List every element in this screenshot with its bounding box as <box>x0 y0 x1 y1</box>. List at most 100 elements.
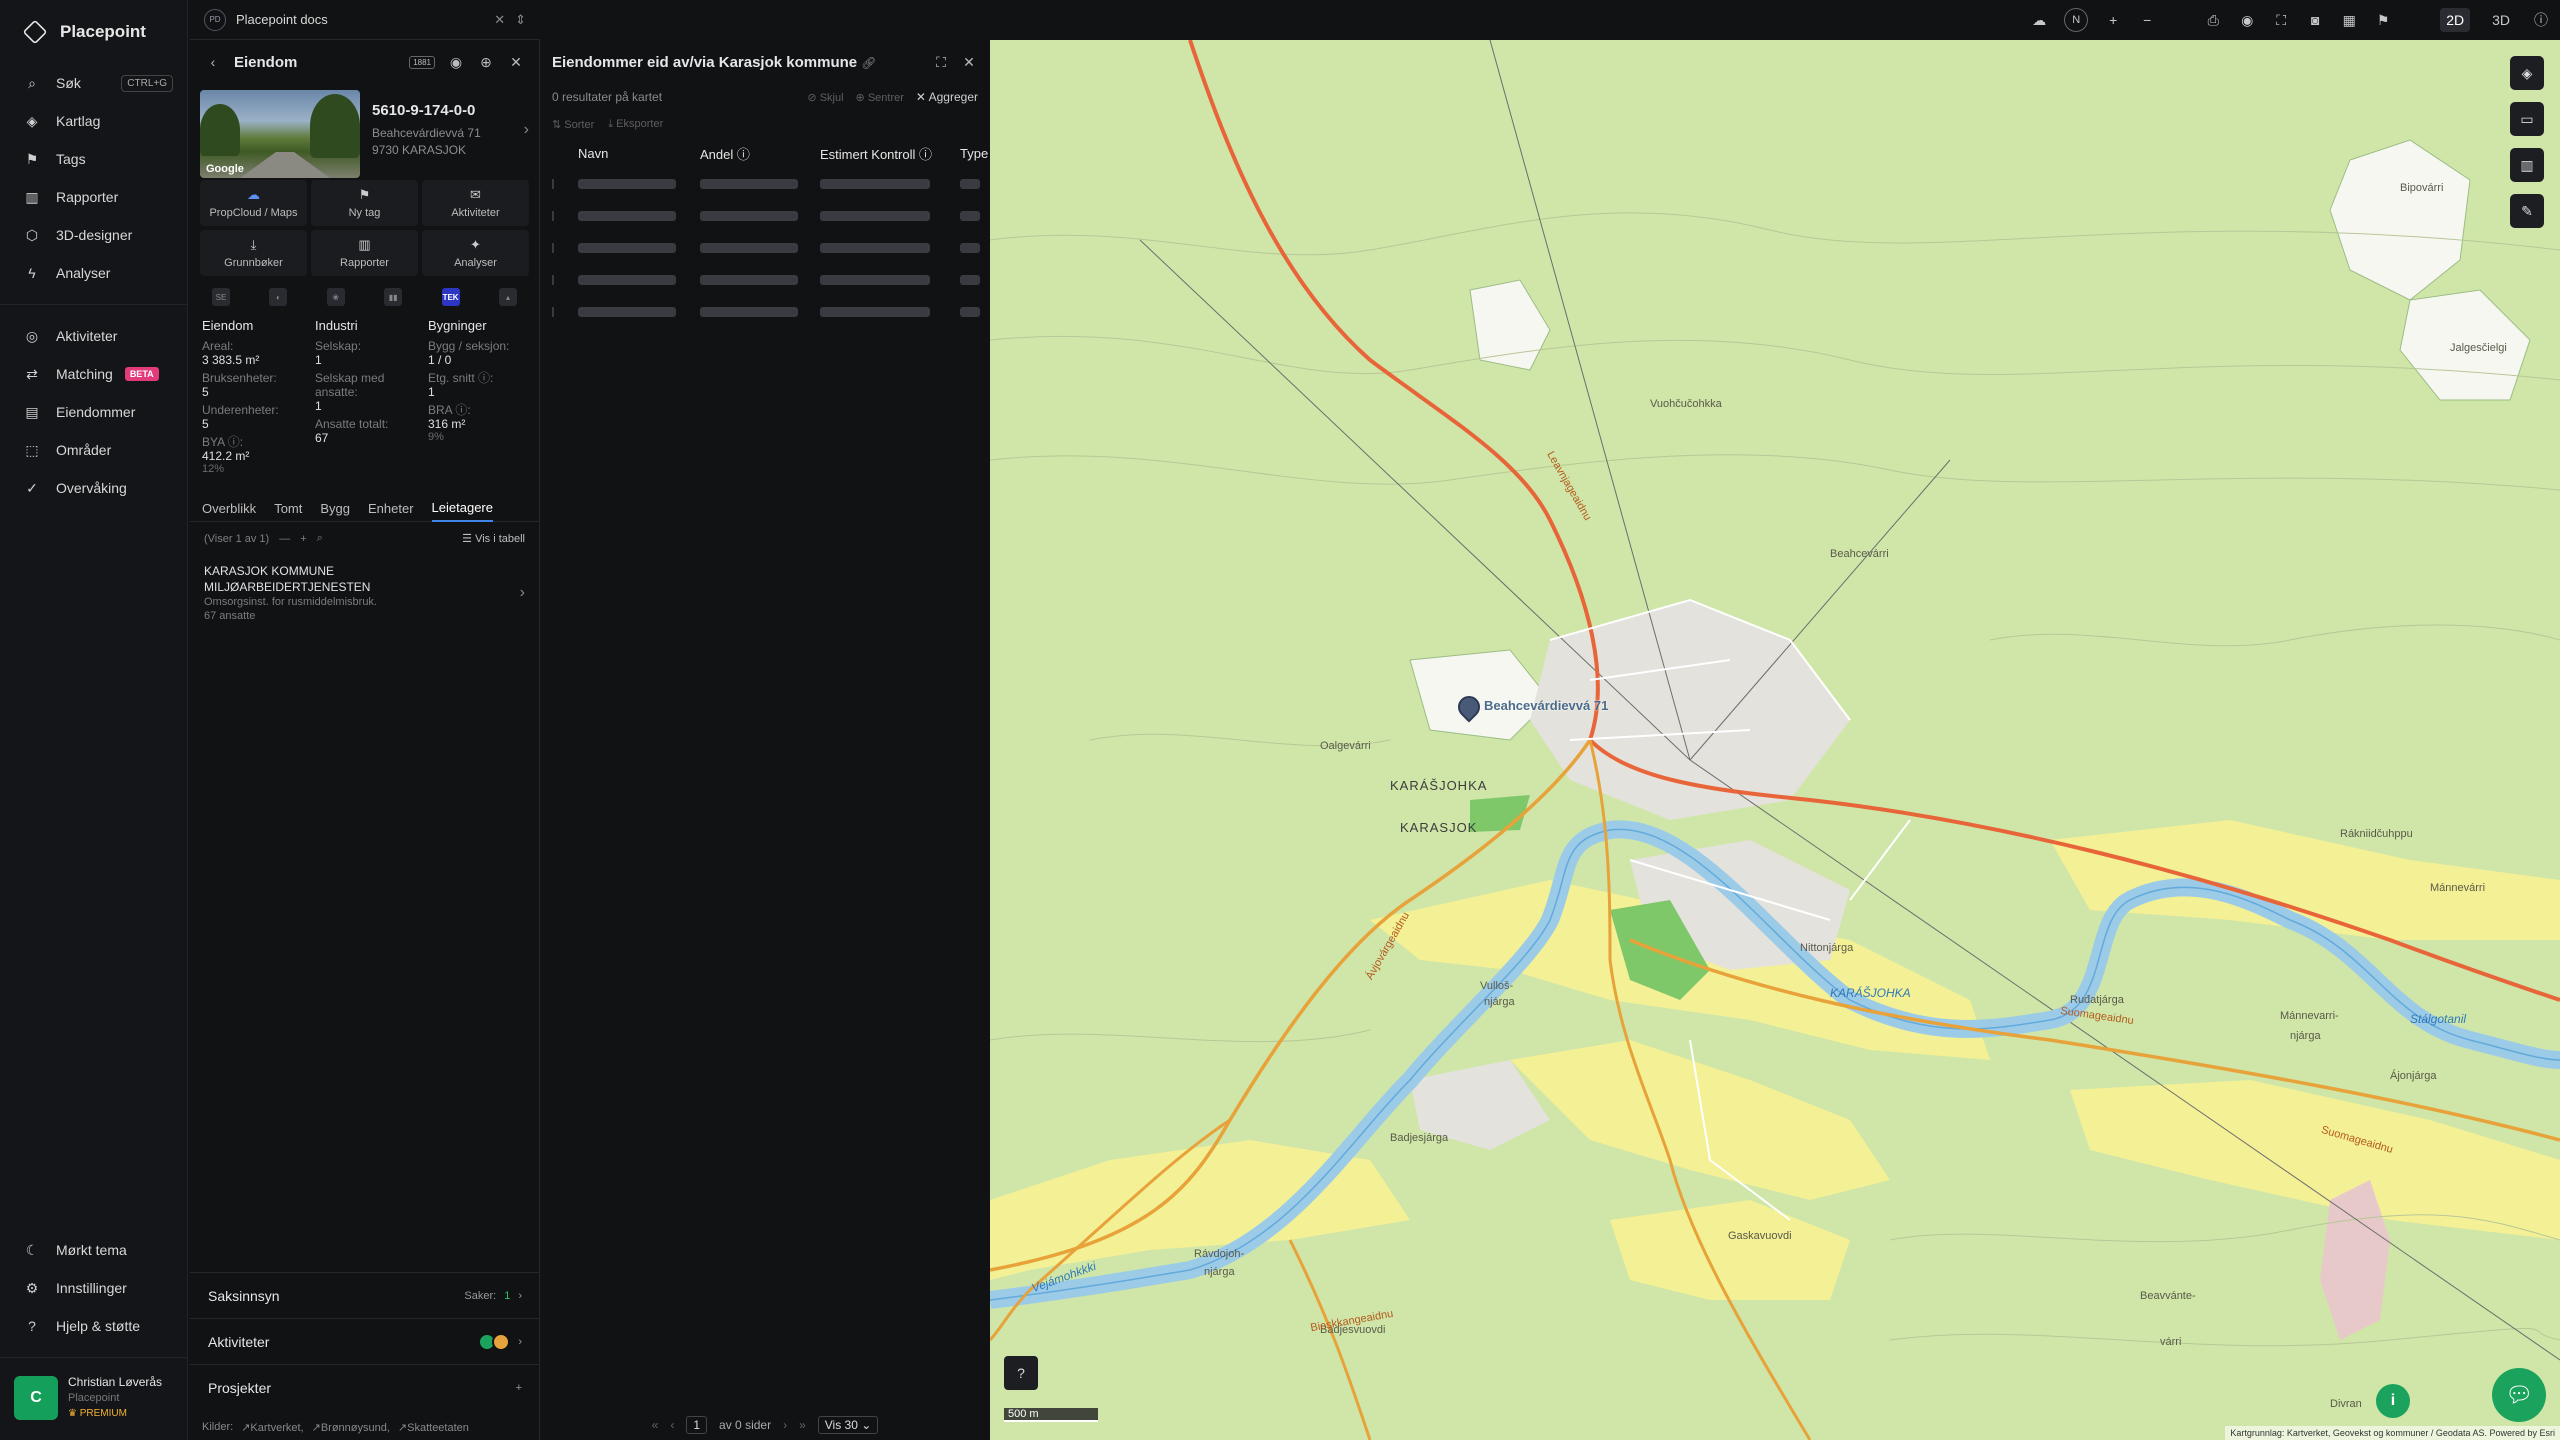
plus-icon[interactable]: + <box>300 533 306 545</box>
nav-item-3d-designer[interactable]: ⬡ 3D-designer <box>0 216 187 254</box>
fullscreen-icon[interactable]: ⛶ <box>2272 12 2290 29</box>
data-source-button[interactable]: ❀ <box>326 288 345 306</box>
skjul-button[interactable]: ⊘ Skjul <box>807 91 843 104</box>
source-link[interactable]: ↗Skatteetaten <box>398 1421 469 1434</box>
propcloud-icon[interactable]: ☁ <box>2030 12 2048 29</box>
eye-icon[interactable]: ◉ <box>447 54 465 71</box>
action-rapporter[interactable]: ▥ Rapporter <box>311 230 418 276</box>
action-analyser[interactable]: ✦ Analyser <box>422 230 529 276</box>
measure-tool-button[interactable]: ▭ <box>2510 102 2544 136</box>
chevron-right-icon[interactable]: › <box>518 1336 522 1348</box>
data-source-button[interactable]: ▮▮ <box>384 288 403 306</box>
camera-icon[interactable]: ◙ <box>2306 12 2324 28</box>
data-source-button[interactable]: SE <box>212 288 230 306</box>
nav-item-matching[interactable]: ⇄ Matching BETA <box>0 355 187 393</box>
street-view-thumbnail[interactable]: Google <box>200 90 360 178</box>
action-aktiviteter[interactable]: ✉ Aktiviteter <box>422 180 529 226</box>
expand-icon[interactable]: ⛶ <box>932 54 950 71</box>
property-card[interactable]: Google 5610-9-174-0-0 Beahcevárdievvá 71… <box>190 84 539 178</box>
bookmark-icon[interactable]: ⚑ <box>2374 12 2392 29</box>
action-propcloud-maps[interactable]: ☁ PropCloud / Maps <box>200 180 307 226</box>
tab-tomt[interactable]: Tomt <box>274 494 302 522</box>
eye-icon[interactable]: ◉ <box>2238 12 2256 29</box>
close-icon[interactable]: ✕ <box>960 54 978 71</box>
nav-item-label: Innstillinger <box>56 1280 127 1296</box>
zoom-in-icon[interactable]: + <box>2104 12 2122 28</box>
brand[interactable]: Placepoint <box>0 0 187 64</box>
export-button[interactable]: ⤓ Eksporter <box>608 118 663 131</box>
data-source-button[interactable]: ◐ <box>269 288 288 306</box>
link-icon[interactable]: 🔗︎ <box>861 56 876 70</box>
nav-item-rapporter[interactable]: ▥ Rapporter <box>0 178 187 216</box>
docs-title[interactable]: Placepoint docs <box>236 12 484 27</box>
chat-button[interactable]: 💬︎ <box>2492 1368 2546 1422</box>
source-link[interactable]: ↗Kartverket, <box>241 1421 303 1434</box>
action-grunnbøker[interactable]: ⤓ Grunnbøker <box>200 230 307 276</box>
prosjekter-row[interactable]: Prosjekter + <box>190 1364 540 1410</box>
table-view-button[interactable]: ☰ Vis i tabell <box>462 532 525 545</box>
info-button[interactable]: i <box>2376 1384 2410 1418</box>
sort-button[interactable]: ⇅ Sorter <box>552 118 594 131</box>
info-icon[interactable]: ⓘ <box>2532 10 2550 30</box>
sentrer-button[interactable]: ⊕ Sentrer <box>856 91 904 104</box>
nav-item-analyser[interactable]: ϟ Analyser <box>0 254 187 292</box>
tab-enheter[interactable]: Enheter <box>368 494 414 522</box>
layers-tool-button[interactable]: ◈ <box>2510 56 2544 90</box>
close-icon[interactable]: ✕ <box>494 12 505 28</box>
page-input[interactable]: 1 <box>686 1416 708 1434</box>
nav-item-kartlag[interactable]: ◈ Kartlag <box>0 102 187 140</box>
target-icon[interactable]: ⊕ <box>477 54 495 71</box>
aktiviteter-row[interactable]: Aktiviteter › <box>190 1318 540 1364</box>
nav-item-søk[interactable]: ⌕ Søk CTRL+G <box>0 64 187 102</box>
nav-item-innstillinger[interactable]: ⚙ Innstillinger <box>0 1269 188 1307</box>
chevron-updown-icon[interactable]: ⇕ <box>515 12 526 28</box>
nav-item-tags[interactable]: ⚑ Tags <box>0 140 187 178</box>
per-page-select[interactable]: Vis 30 ⌄ <box>817 1416 879 1434</box>
zoom-out-icon[interactable]: − <box>2138 12 2156 28</box>
saksinnsyn-row[interactable]: Saksinnsyn Saker: 1 › <box>190 1272 540 1318</box>
nav-item-områder[interactable]: ⬚ Områder <box>0 431 187 469</box>
prev-page-icon[interactable]: ‹ <box>670 1418 674 1432</box>
nav-item-hjelp-støtte[interactable]: ? Hjelp & støtte <box>0 1307 188 1345</box>
nav-item-mørkt-tema[interactable]: ☾ Mørkt tema <box>0 1231 188 1269</box>
aggreger-button[interactable]: ✕ Aggreger <box>916 90 978 104</box>
data-source-button[interactable]: TEK <box>441 288 460 306</box>
tab-bygg[interactable]: Bygg <box>320 494 350 522</box>
draw-tool-button[interactable]: ✎ <box>2510 194 2544 228</box>
property-marker[interactable]: Beahcevárdievvá 71 <box>1453 691 1608 723</box>
tenant-list-item[interactable]: KARASJOK KOMMUNE MILJØARBEIDERTJENESTEN … <box>190 555 539 631</box>
user-card[interactable]: C Christian Løverås Placepoint ♛ PREMIUM <box>14 1370 174 1426</box>
print-icon[interactable]: ⎙ <box>2204 12 2222 29</box>
1881-button[interactable]: 1881 <box>409 55 435 69</box>
grid-icon[interactable]: ▦ <box>2340 12 2358 29</box>
table-view-label: Vis i tabell <box>475 533 525 545</box>
nav-item-overvåking[interactable]: ✓ Overvåking <box>0 469 187 507</box>
close-icon[interactable]: ✕ <box>507 54 525 71</box>
nav-item-eiendommer[interactable]: ▤ Eiendommer <box>0 393 187 431</box>
chart-tool-button[interactable]: ▥ <box>2510 148 2544 182</box>
data-source-button[interactable]: ▴ <box>498 288 517 306</box>
chevron-right-icon[interactable]: › <box>520 584 525 602</box>
map-canvas[interactable]: KARÁŠJOHKA KARASJOK Oalgevárri Vuohčučohkka… <box>990 40 2560 1440</box>
action-ny-tag[interactable]: ⚑ Ny tag <box>311 180 418 226</box>
minus-icon[interactable]: — <box>279 533 290 545</box>
search-icon[interactable]: ⌕ <box>317 532 323 545</box>
back-icon[interactable]: ‹ <box>204 54 222 70</box>
nav-item-aktiviteter[interactable]: ◎ Aktiviteter <box>0 317 187 355</box>
mode-2d-button[interactable]: 2D <box>2440 8 2471 32</box>
tab-leietagere[interactable]: Leietagere <box>431 494 493 522</box>
compass-button[interactable]: N <box>2064 8 2089 32</box>
plus-icon[interactable]: + <box>516 1382 522 1394</box>
column-header[interactable]: Andel ⓘ <box>700 144 820 163</box>
source-link[interactable]: ↗Brønnøysund, <box>312 1421 390 1434</box>
chevron-right-icon[interactable]: › <box>518 1290 522 1302</box>
next-page-icon[interactable]: › <box>783 1418 787 1432</box>
first-page-icon[interactable]: « <box>652 1418 659 1432</box>
last-page-icon[interactable]: » <box>799 1418 806 1432</box>
column-header[interactable]: Navn <box>578 146 700 161</box>
tab-overblikk[interactable]: Overblikk <box>202 494 256 522</box>
chevron-right-icon[interactable]: › <box>524 121 529 139</box>
column-header[interactable]: Estimert Kontroll ⓘ <box>820 144 960 163</box>
help-button[interactable]: ? <box>1004 1356 1038 1390</box>
mode-3d-button[interactable]: 3D <box>2486 8 2516 32</box>
